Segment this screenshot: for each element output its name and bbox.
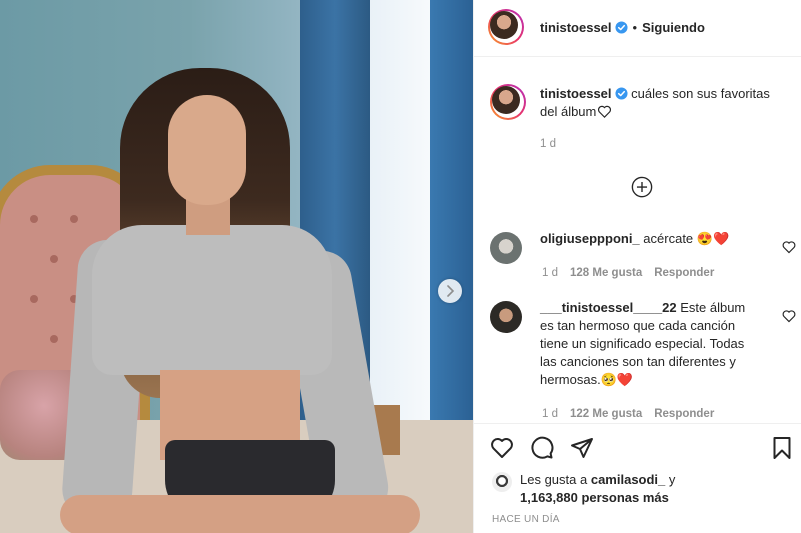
photo-person-face bbox=[168, 95, 246, 205]
heart-icon[interactable] bbox=[490, 436, 514, 460]
likes-count[interactable]: 1,163,880 personas más bbox=[520, 490, 669, 505]
comment-username[interactable]: ___tinistoessel____22 bbox=[540, 300, 677, 315]
next-image-button[interactable] bbox=[438, 279, 462, 303]
verified-badge-icon bbox=[614, 87, 628, 100]
heart-outline-icon bbox=[598, 105, 612, 118]
plus-circle-icon[interactable] bbox=[631, 176, 653, 198]
comment-emoji: 🥺❤️ bbox=[600, 372, 634, 387]
header-separator: • bbox=[632, 20, 638, 35]
comment-like-heart-icon[interactable] bbox=[782, 240, 796, 254]
comment-time: 1 d bbox=[542, 267, 558, 279]
likes-suffix: y bbox=[668, 472, 676, 487]
comment-emoji: 😍❤️ bbox=[696, 231, 730, 246]
photo-person-legs bbox=[60, 495, 420, 533]
photo-person-top bbox=[92, 225, 332, 375]
comment-time: 1 d bbox=[542, 408, 558, 420]
verified-badge-icon bbox=[614, 21, 628, 34]
comment-likes[interactable]: 128 Me gusta bbox=[570, 267, 642, 279]
comment-item: ___tinistoessel____22 Este álbum es tan … bbox=[490, 300, 796, 421]
bookmark-icon[interactable] bbox=[770, 436, 794, 460]
reply-button[interactable]: Responder bbox=[654, 267, 714, 279]
avatar[interactable] bbox=[490, 232, 522, 264]
post-actions: Les gusta a camilasodi_ y 1,163,880 pers… bbox=[474, 423, 801, 533]
comment-item: oligiuseppponi_ acércate 😍❤️ 1 d 128 Me g… bbox=[490, 231, 796, 282]
comment-likes[interactable]: 122 Me gusta bbox=[570, 408, 642, 420]
chevron-right-icon bbox=[447, 285, 455, 297]
paper-plane-icon[interactable] bbox=[570, 436, 594, 460]
reply-button[interactable]: Responder bbox=[654, 408, 714, 420]
post-header: tinistoessel • Siguiendo bbox=[474, 0, 801, 57]
speech-bubble-icon[interactable] bbox=[530, 436, 554, 460]
avatar[interactable] bbox=[492, 472, 512, 492]
likes-prefix: Les gusta a bbox=[520, 472, 588, 487]
liker-username[interactable]: camilasodi_ bbox=[591, 472, 665, 487]
caption-username[interactable]: tinistoessel bbox=[540, 86, 612, 101]
avatar[interactable] bbox=[490, 301, 522, 333]
comment-like-heart-icon[interactable] bbox=[782, 309, 796, 323]
post-side-panel: tinistoessel • Siguiendo tinistoessel cuál… bbox=[473, 0, 801, 533]
post-author-username[interactable]: tinistoessel bbox=[540, 20, 612, 35]
avatar[interactable] bbox=[490, 84, 526, 120]
following-button[interactable]: Siguiendo bbox=[642, 20, 705, 35]
instagram-post-modal: tinistoessel • Siguiendo tinistoessel cuál… bbox=[0, 0, 801, 533]
caption-timestamp: 1 d bbox=[540, 138, 556, 150]
comment-username[interactable]: oligiuseppponi_ bbox=[540, 231, 640, 246]
comment-text: acércate bbox=[643, 231, 694, 246]
post-time-ago[interactable]: HACE UN DÍA bbox=[492, 514, 560, 525]
avatar[interactable] bbox=[488, 9, 524, 45]
post-photo[interactable] bbox=[0, 0, 473, 533]
